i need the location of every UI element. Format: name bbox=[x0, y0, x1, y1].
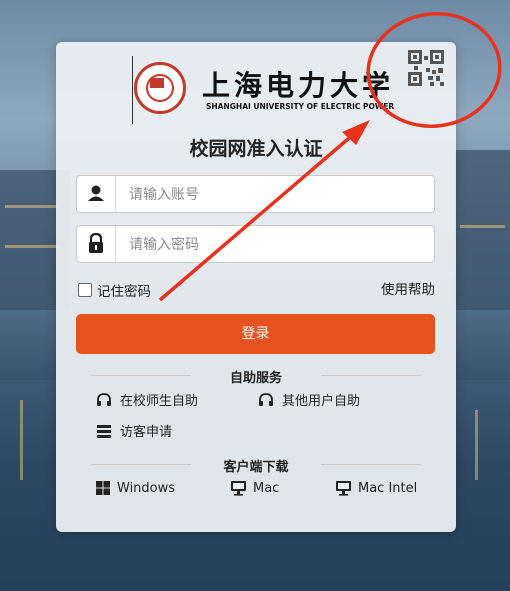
user-icon bbox=[88, 185, 104, 201]
login-button[interactable]: 登录 bbox=[76, 314, 435, 354]
qr-code-icon[interactable] bbox=[406, 48, 446, 88]
help-link[interactable]: 使用帮助 bbox=[381, 278, 435, 298]
service-label: 在校师生自助 bbox=[120, 394, 199, 409]
download-mac-link[interactable]: Mac bbox=[230, 480, 279, 496]
download-mac-intel-link[interactable]: Mac Intel bbox=[335, 480, 417, 496]
page-title: 校园网准入认证 bbox=[189, 138, 323, 160]
monitor-icon bbox=[336, 481, 351, 496]
bg-lights bbox=[5, 245, 60, 248]
remember-label: 记住密码 bbox=[97, 284, 151, 300]
password-input[interactable] bbox=[127, 233, 421, 257]
download-label: Mac Intel bbox=[358, 480, 418, 496]
download-windows-link[interactable]: Windows bbox=[95, 480, 175, 496]
downloads-header: 客户端下载 bbox=[91, 456, 421, 475]
other-user-service-link[interactable]: 其他用户自助 bbox=[258, 390, 360, 409]
account-input[interactable] bbox=[127, 183, 421, 207]
bg-reflection bbox=[475, 410, 478, 480]
bg-building-right bbox=[455, 150, 510, 310]
self-service-header: 自助服务 bbox=[91, 367, 421, 386]
divider bbox=[321, 375, 421, 376]
bg-reflection bbox=[20, 400, 23, 480]
bg-lights bbox=[460, 225, 505, 228]
logo-divider bbox=[132, 56, 133, 124]
download-label: Windows bbox=[117, 480, 176, 496]
university-name-en: SHANGHAI UNIVERSITY OF ELECTRIC POWER bbox=[206, 102, 395, 111]
divider bbox=[91, 375, 191, 376]
download-label: Mac bbox=[253, 480, 280, 496]
service-label: 其他用户自助 bbox=[282, 394, 361, 409]
headset-icon bbox=[97, 392, 111, 406]
lock-icon bbox=[89, 232, 103, 253]
remember-checkbox[interactable] bbox=[78, 283, 92, 297]
downloads-heading: 客户端下载 bbox=[223, 460, 289, 475]
list-icon bbox=[97, 424, 111, 438]
service-label: 访客申请 bbox=[120, 425, 173, 440]
visitor-application-link[interactable]: 访客申请 bbox=[96, 421, 172, 440]
remember-password[interactable]: 记住密码 bbox=[78, 280, 151, 300]
password-icon-box bbox=[77, 226, 116, 262]
account-field[interactable] bbox=[76, 175, 435, 213]
university-name-cn: 上海电力大学 bbox=[202, 69, 395, 102]
account-icon-box bbox=[77, 176, 116, 212]
monitor-icon bbox=[231, 481, 246, 496]
login-card: 上海电力大学 SHANGHAI UNIVERSITY OF ELECTRIC P… bbox=[56, 42, 456, 532]
divider bbox=[321, 464, 421, 465]
windows-icon bbox=[96, 481, 110, 495]
university-seal-logo bbox=[134, 62, 186, 114]
self-service-heading: 自助服务 bbox=[229, 371, 282, 386]
faculty-student-service-link[interactable]: 在校师生自助 bbox=[96, 390, 198, 409]
bg-lights bbox=[5, 205, 60, 208]
headset-icon bbox=[259, 392, 273, 406]
seal-emblem bbox=[150, 78, 164, 88]
divider bbox=[91, 464, 191, 465]
password-field[interactable] bbox=[76, 225, 435, 263]
